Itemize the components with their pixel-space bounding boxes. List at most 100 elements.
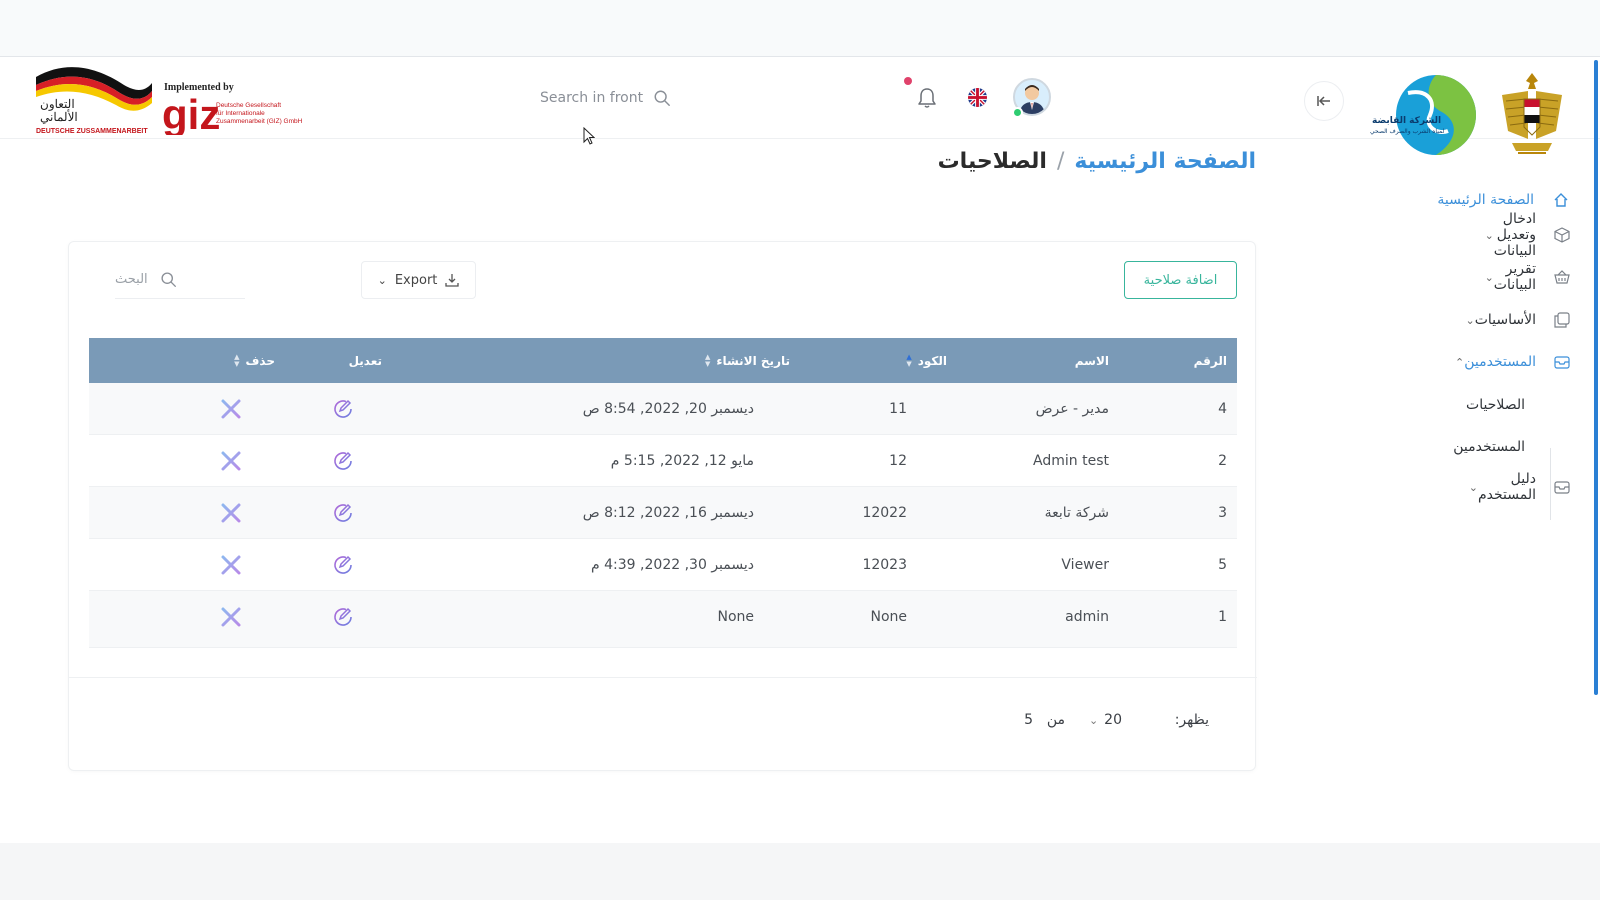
edit-icon bbox=[334, 451, 352, 470]
chevron-down-icon: ⌄ bbox=[1088, 713, 1099, 727]
breadcrumb: الصفحة الرئيسية / الصلاحيات bbox=[938, 149, 1256, 174]
cell-code: 11 bbox=[889, 401, 907, 417]
sidebar-subitem-users[interactable]: المستخدمين bbox=[1453, 439, 1525, 455]
pagination-total: 5 bbox=[1024, 712, 1033, 728]
cell-code: 12022 bbox=[862, 505, 907, 521]
cell-name: admin bbox=[1065, 609, 1109, 625]
cell-code: 12023 bbox=[862, 557, 907, 573]
home-icon bbox=[1552, 191, 1570, 209]
sidebar-collapse-button[interactable] bbox=[1304, 81, 1344, 121]
card-divider bbox=[69, 677, 1257, 678]
add-permission-button[interactable]: اضافة صلاحية bbox=[1124, 261, 1237, 299]
cell-created: ديسمبر 20, 2022, 8:54 ص bbox=[582, 401, 754, 417]
sidebar-item-data-report[interactable]: تقرير البيانات ⌄ bbox=[1350, 261, 1570, 293]
svg-text:Zusammenarbeit (GIZ) GmbH: Zusammenarbeit (GIZ) GmbH bbox=[216, 118, 303, 125]
pagination-show-label: يظهر: bbox=[1174, 712, 1209, 728]
svg-text:giz: giz bbox=[162, 91, 220, 135]
app-window: التعاون الألماني DEUTSCHE ZUSSAMMENARBEI… bbox=[0, 57, 1600, 843]
svg-text:الشركة القابضة: الشركة القابضة bbox=[1372, 116, 1441, 126]
download-icon bbox=[445, 274, 460, 287]
cell-created: None bbox=[717, 609, 754, 625]
notification-dot bbox=[904, 77, 912, 85]
edit-icon bbox=[334, 503, 352, 522]
chevron-down-icon: ⌄ bbox=[377, 273, 387, 287]
svg-text:DEUTSCHE ZUSSAMMENARBEIT: DEUTSCHE ZUSSAMMENARBEIT bbox=[36, 128, 148, 135]
column-header-id[interactable]: الرقم bbox=[1194, 338, 1227, 383]
delete-button[interactable] bbox=[219, 383, 243, 435]
column-header-delete[interactable]: حذف ▲ ▼ bbox=[234, 338, 275, 383]
delete-button[interactable] bbox=[219, 591, 243, 643]
page-size-select[interactable]: 20 ⌄ bbox=[1089, 708, 1122, 732]
breadcrumb-home-link[interactable]: الصفحة الرئيسية bbox=[1074, 149, 1256, 174]
edit-icon bbox=[334, 607, 352, 626]
sidebar-item-user-guide[interactable]: دليل المستخدم ⌄ bbox=[1350, 471, 1570, 503]
cell-name: Viewer bbox=[1061, 557, 1109, 573]
close-icon bbox=[221, 555, 241, 575]
browser-bottom-strip bbox=[0, 843, 1600, 900]
permissions-table: الرقم الاسم الكود ▲ ▼ تاريخ الانشاء ▲ ▼ تع… bbox=[89, 338, 1237, 648]
close-icon bbox=[221, 607, 241, 627]
table-row: 5 Viewer 12023 ديسمبر 30, 2022, 4:39 م bbox=[89, 539, 1237, 591]
table-search[interactable]: البحث bbox=[115, 261, 245, 299]
sort-icon[interactable]: ▲ ▼ bbox=[705, 353, 710, 368]
table-row: 3 شركة تابعة 12022 ديسمبر 16, 2022, 8:12… bbox=[89, 487, 1237, 539]
export-button[interactable]: ⌄ Export bbox=[361, 261, 476, 299]
edit-button[interactable] bbox=[331, 435, 355, 487]
online-status-indicator bbox=[1012, 107, 1023, 118]
sidebar-subitem-permissions[interactable]: الصلاحيات bbox=[1466, 397, 1525, 413]
mouse-cursor-icon bbox=[583, 127, 595, 145]
edit-button[interactable] bbox=[331, 539, 355, 591]
edit-button[interactable] bbox=[331, 383, 355, 435]
edit-icon bbox=[334, 555, 352, 574]
sort-icon[interactable]: ▲ ▼ bbox=[234, 353, 239, 368]
collapse-arrow-icon bbox=[1317, 96, 1330, 106]
delete-button[interactable] bbox=[219, 539, 243, 591]
sidebar-item-data-entry[interactable]: ادخال وتعديل البيانات ⌄ bbox=[1350, 211, 1570, 259]
vertical-scrollbar[interactable] bbox=[1594, 60, 1598, 695]
global-search[interactable]: Search in front bbox=[540, 83, 690, 113]
cell-name: شركة تابعة bbox=[1044, 505, 1109, 521]
edit-button[interactable] bbox=[331, 591, 355, 643]
chevron-down-icon: ⌄ bbox=[1468, 480, 1478, 494]
table-row: 2 Admin test 12 مايو 12, 2022, 5:15 م bbox=[89, 435, 1237, 487]
uk-flag-icon[interactable] bbox=[968, 88, 987, 107]
cell-id: 1 bbox=[1218, 609, 1227, 625]
svg-text:الألماني: الألماني bbox=[40, 109, 78, 124]
export-label: Export bbox=[394, 272, 438, 288]
sidebar-item-basics[interactable]: الأساسيات ⌄ bbox=[1350, 305, 1570, 335]
column-header-name[interactable]: الاسم bbox=[1075, 338, 1109, 383]
chevron-down-icon: ⌄ bbox=[1484, 228, 1494, 242]
breadcrumb-separator: / bbox=[1056, 149, 1065, 174]
close-icon bbox=[221, 451, 241, 471]
table-search-input[interactable]: البحث bbox=[115, 272, 148, 287]
cell-created: ديسمبر 16, 2022, 8:12 ص bbox=[582, 505, 754, 521]
edit-icon bbox=[334, 399, 352, 418]
delete-button[interactable] bbox=[219, 487, 243, 539]
sidebar-item-label: تقرير البيانات bbox=[1493, 261, 1536, 293]
holding-company-logo: الشركة القابضة لمياه الشرب والصرف الصحي bbox=[1370, 75, 1476, 155]
egypt-eagle-emblem bbox=[1502, 73, 1562, 154]
global-search-input[interactable]: Search in front bbox=[540, 90, 643, 106]
search-icon[interactable] bbox=[160, 271, 177, 288]
table-row: 4 مدير - عرض 11 ديسمبر 20, 2022, 8:54 ص bbox=[89, 383, 1237, 435]
cell-created: ديسمبر 30, 2022, 4:39 م bbox=[591, 557, 754, 573]
chevron-up-icon: ⌃ bbox=[1455, 355, 1465, 369]
search-icon[interactable] bbox=[653, 89, 671, 107]
column-header-code[interactable]: الكود ▲ ▼ bbox=[906, 338, 947, 383]
giz-partner-logo: التعاون الألماني DEUTSCHE ZUSSAMMENARBEI… bbox=[36, 67, 303, 135]
delete-button[interactable] bbox=[219, 435, 243, 487]
sidebar-item-home[interactable]: الصفحة الرئيسية bbox=[1350, 185, 1570, 215]
close-icon bbox=[221, 399, 241, 419]
browser-top-strip bbox=[0, 0, 1600, 57]
edit-button[interactable] bbox=[331, 487, 355, 539]
page-size-value: 20 bbox=[1104, 712, 1122, 728]
column-header-created[interactable]: تاريخ الانشاء ▲ ▼ bbox=[705, 338, 790, 383]
cell-created: مايو 12, 2022, 5:15 م bbox=[610, 453, 754, 469]
cell-id: 2 bbox=[1218, 453, 1227, 469]
bell-icon[interactable] bbox=[917, 87, 937, 109]
sidebar-item-users[interactable]: المستخدمين ⌃ bbox=[1350, 347, 1570, 377]
table-row: 1 admin None None bbox=[89, 591, 1237, 648]
top-header: التعاون الألماني DEUTSCHE ZUSSAMMENARBEI… bbox=[0, 57, 1600, 155]
sort-icon[interactable]: ▲ ▼ bbox=[906, 353, 911, 368]
cube-icon bbox=[1554, 226, 1570, 244]
